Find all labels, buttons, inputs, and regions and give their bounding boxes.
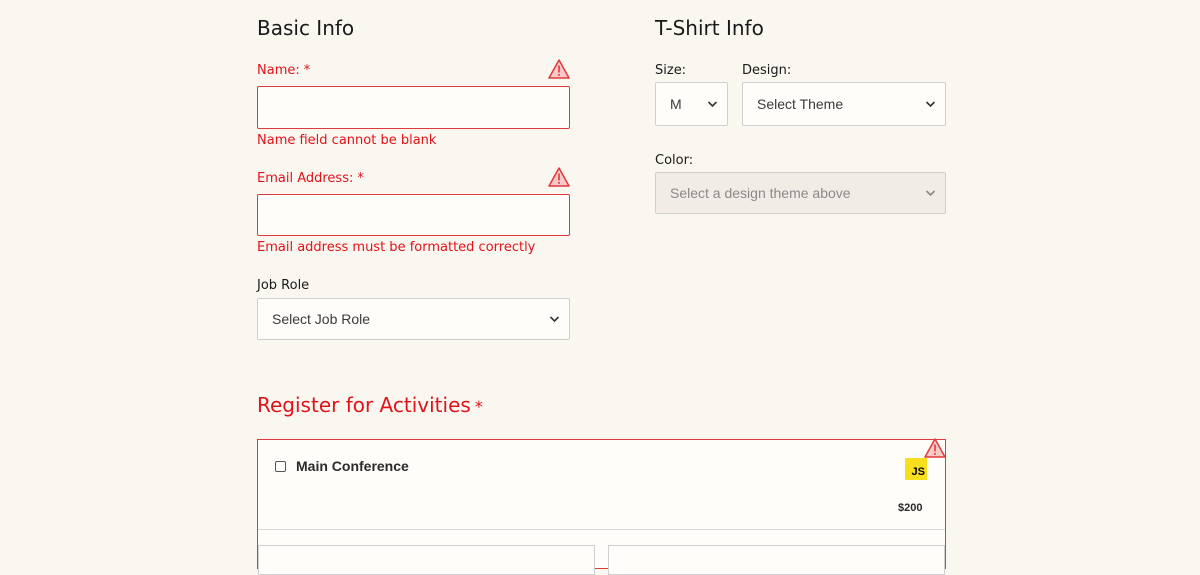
color-selected-value: Select a design theme above [670, 185, 851, 201]
warning-triangle-icon [548, 167, 570, 187]
basic-info-heading: Basic Info [257, 16, 355, 40]
color-select: Select a design theme above [655, 172, 946, 214]
name-error-message: Name field cannot be blank [257, 133, 437, 148]
activities-heading-text: Register for Activities [257, 393, 471, 417]
email-label: Email Address: * [257, 171, 364, 186]
design-selected-value: Select Theme [757, 96, 844, 112]
size-select[interactable]: M [655, 82, 728, 126]
design-select[interactable]: Select Theme [742, 82, 946, 126]
email-required-mark: * [357, 171, 364, 186]
email-error-message: Email address must be formatted correctl… [257, 240, 536, 255]
job-role-select[interactable]: Select Job Role [257, 298, 570, 340]
tshirt-info-heading: T-Shirt Info [655, 16, 764, 40]
job-role-selected-value: Select Job Role [272, 311, 371, 327]
design-label: Design: [742, 63, 792, 78]
js-badge-text: JS [911, 466, 925, 478]
main-conference-price: $200 [898, 502, 923, 514]
size-selected-value: M [670, 96, 682, 112]
color-label: Color: [655, 153, 694, 168]
activities-heading: Register for Activities * [257, 393, 483, 417]
chevron-down-icon [549, 316, 560, 323]
size-label: Size: [655, 63, 687, 78]
chevron-down-icon [925, 190, 936, 197]
chevron-down-icon [925, 101, 936, 108]
job-role-label: Job Role [257, 278, 310, 293]
email-label-text: Email Address: [257, 171, 354, 186]
email-input[interactable] [257, 194, 570, 236]
js-badge-icon: JS [905, 458, 927, 480]
name-label-text: Name: [257, 63, 300, 78]
main-conference-checkbox[interactable] [275, 461, 286, 472]
main-conference-label[interactable]: Main Conference [296, 458, 409, 474]
name-required-mark: * [303, 63, 311, 78]
warning-triangle-icon [924, 438, 946, 458]
warning-triangle-icon [548, 59, 570, 79]
activities-required-mark: * [474, 397, 483, 416]
name-input[interactable] [257, 86, 570, 129]
name-label: Name: * [257, 63, 310, 78]
activity-item-main-conference[interactable]: Main Conference JS $200 [258, 440, 945, 530]
chevron-down-icon [707, 101, 718, 108]
